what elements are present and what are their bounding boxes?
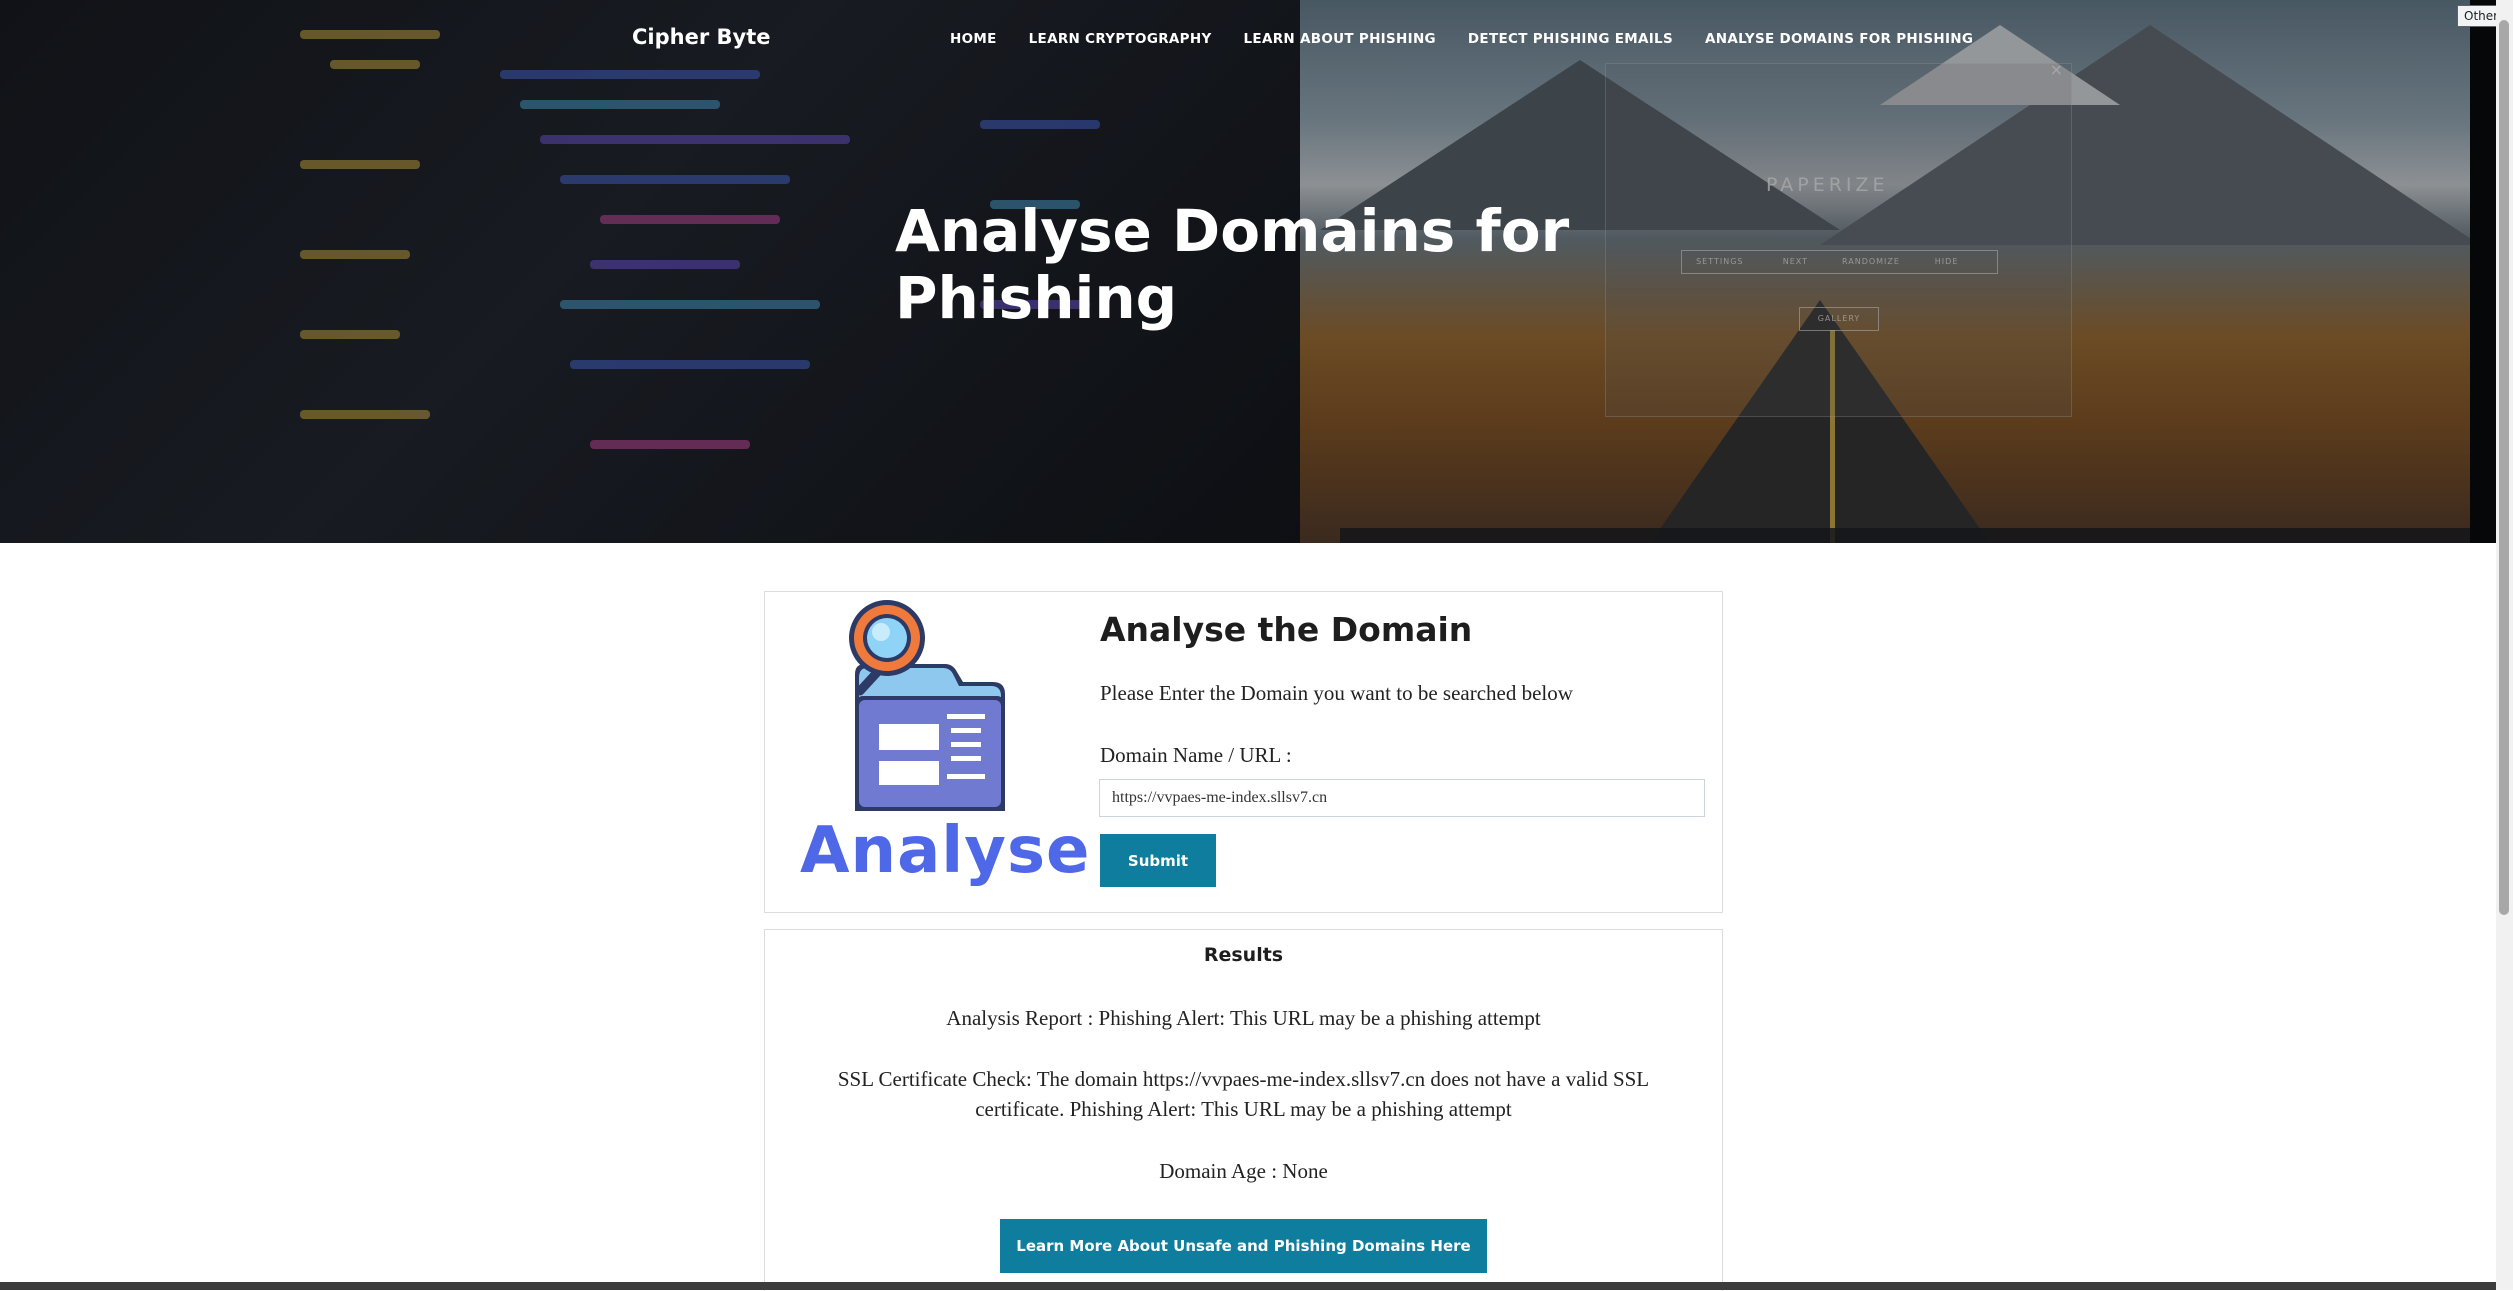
window-bottom-edge [0, 1282, 2496, 1290]
domain-url-input[interactable] [1099, 779, 1705, 817]
ssl-check-text: SSL Certificate Check: The domain https:… [837, 1067, 1650, 1121]
analyse-prompt: Please Enter the Domain you want to be s… [1100, 681, 1573, 705]
nav-item-learn-cryptography[interactable]: Learn Cryptography [1029, 31, 1212, 47]
illustration-caption: Analyse [800, 814, 1091, 888]
domain-field-label: Domain Name / URL : [1100, 743, 1292, 767]
submit-button[interactable]: Submit [1100, 834, 1216, 887]
learn-more-button[interactable]: Learn More About Unsafe and Phishing Dom… [1000, 1219, 1487, 1273]
nav-item-detect-phishing-emails[interactable]: Detect Phishing Emails [1468, 31, 1673, 47]
analysis-report-text: Analysis Report : Phishing Alert: This U… [946, 1006, 1541, 1030]
analyse-domain-card: Analyse Analyse the Domain Please Enter … [764, 591, 1723, 913]
hero-banner: × PAPERIZE SETTINGS NEXT RANDOMIZE HIDE GAL… [0, 0, 2513, 543]
brand-logo[interactable]: Cipher Byte [632, 25, 770, 49]
results-title: Results [1203, 944, 1284, 966]
nav-item-learn-about-phishing[interactable]: Learn About Phishing [1244, 31, 1436, 47]
domain-age-text: Domain Age : None [1159, 1159, 1328, 1183]
nav-item-analyse-domains[interactable]: Analyse Domains for Phishing [1705, 31, 1973, 47]
page-scrollbar-thumb[interactable] [2499, 20, 2509, 915]
main-nav: Home Learn Cryptography Learn About Phis… [950, 31, 2005, 47]
results-card: Results Analysis Report : Phishing Alert… [764, 929, 1723, 1291]
analyse-title: Analyse the Domain [1100, 610, 1473, 649]
nav-item-home[interactable]: Home [950, 31, 997, 47]
page-title: Analyse Domains for Phishing [895, 197, 1570, 332]
